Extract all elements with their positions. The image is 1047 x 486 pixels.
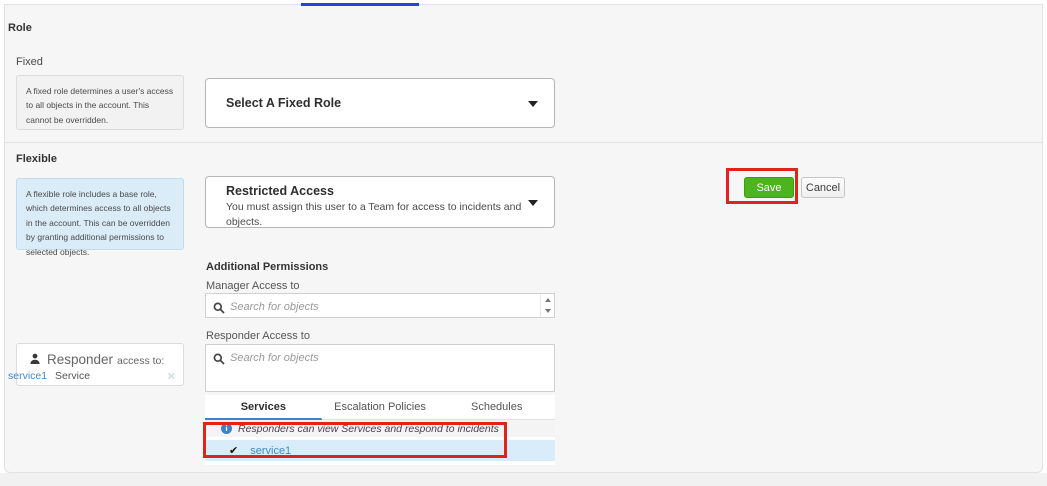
manager-access-label: Manager Access to	[206, 280, 300, 292]
section-divider	[4, 142, 1043, 143]
picker-info-row: i Responders can view Services and respo…	[205, 420, 555, 437]
search-icon	[213, 352, 225, 364]
fixed-role-dropdown[interactable]: Select A Fixed Role	[205, 78, 555, 128]
fixed-role-description: A fixed role determines a user's access …	[16, 75, 184, 130]
object-picker-tabs: Services Escalation Policies Schedules	[205, 395, 555, 420]
base-role-dropdown-title: Restricted Access	[226, 184, 554, 198]
tab-schedules-label: Schedules	[471, 401, 522, 413]
role-settings-page: Role Fixed A fixed role determines a use…	[0, 0, 1047, 486]
responder-access-label: Responder Access to	[206, 330, 310, 342]
active-top-tab-indicator	[301, 3, 419, 6]
flexible-role-description: A flexible role includes a base role, wh…	[16, 178, 184, 250]
responder-tag-suffix: access to:	[117, 355, 164, 367]
manager-access-search-input[interactable]	[230, 297, 520, 316]
list-item-service1-label: service1	[250, 445, 291, 457]
responder-access-tag: Responder access to: service1 Service ✕	[16, 343, 184, 386]
responder-access-search-input[interactable]	[230, 348, 520, 367]
stepper-control[interactable]	[540, 294, 554, 317]
additional-permissions-heading: Additional Permissions	[206, 261, 328, 273]
manager-access-search[interactable]	[205, 293, 555, 318]
flexible-section-label: Flexible	[16, 153, 57, 165]
responder-access-search[interactable]	[205, 344, 555, 392]
info-icon: i	[221, 423, 232, 434]
responder-tag-object-link[interactable]: service1	[8, 370, 47, 382]
responder-tag-header: Responder access to:	[29, 351, 164, 369]
close-icon[interactable]: ✕	[167, 370, 176, 383]
responder-tag-role: Responder	[47, 352, 113, 367]
base-role-dropdown-subtitle: You must assign this user to a Team for …	[226, 200, 526, 230]
role-heading: Role	[8, 22, 32, 34]
save-button[interactable]: Save	[744, 177, 794, 198]
tab-escalation-policies[interactable]: Escalation Policies	[322, 395, 439, 419]
list-item-service1[interactable]: ✔ service1	[205, 440, 555, 461]
check-icon: ✔	[229, 444, 238, 457]
fixed-role-dropdown-label: Select A Fixed Role	[226, 96, 341, 110]
tab-services-label: Services	[241, 401, 286, 413]
tab-services[interactable]: Services	[205, 395, 322, 419]
person-icon	[29, 352, 41, 370]
base-role-dropdown[interactable]: Restricted Access You must assign this u…	[205, 176, 555, 228]
cancel-button[interactable]: Cancel	[801, 177, 845, 198]
stepper-down-icon[interactable]	[545, 309, 551, 313]
responder-tag-object: service1 Service	[8, 370, 90, 382]
footer-strip	[0, 473, 1047, 486]
picker-info-text: Responders can view Services and respond…	[238, 423, 499, 435]
stepper-up-icon[interactable]	[545, 298, 551, 302]
fixed-section-label: Fixed	[16, 56, 43, 68]
tab-schedules[interactable]: Schedules	[438, 395, 555, 419]
caret-down-icon	[528, 101, 538, 107]
object-picker: Services Escalation Policies Schedules i…	[205, 395, 555, 465]
responder-tag-object-type: Service	[55, 370, 90, 382]
search-icon	[213, 301, 225, 313]
tab-escalation-policies-label: Escalation Policies	[334, 401, 426, 413]
caret-down-icon	[528, 200, 538, 206]
